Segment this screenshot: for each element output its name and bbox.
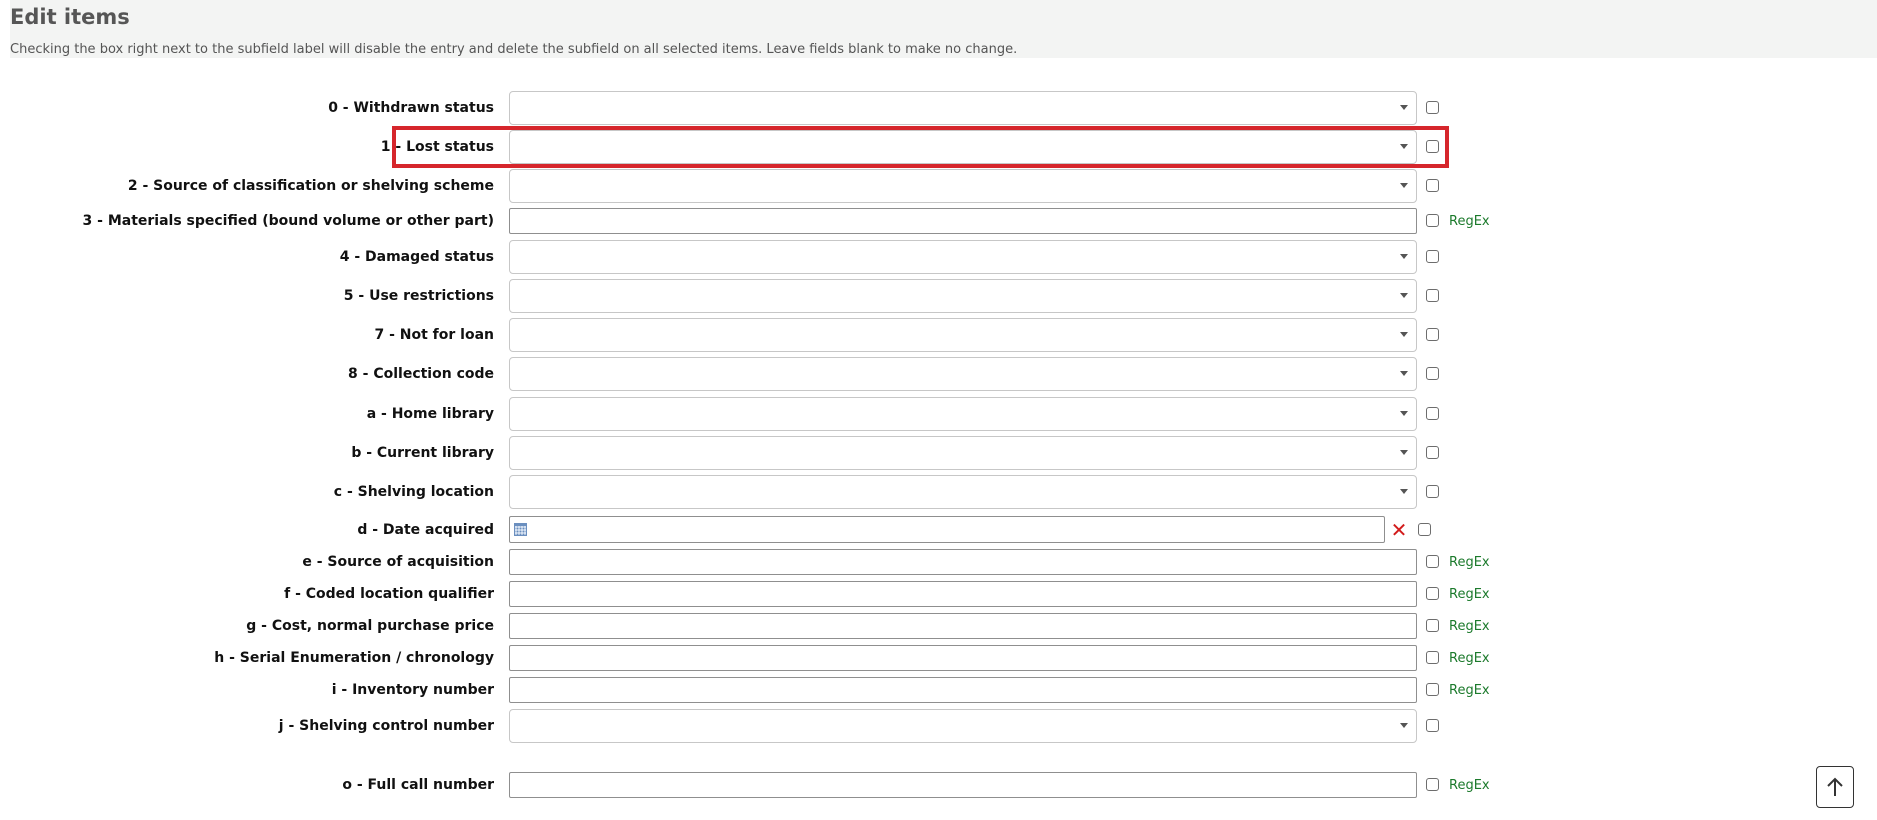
delete-subfield-checkbox[interactable] — [1426, 446, 1439, 459]
lost-status-select[interactable] — [509, 130, 1417, 164]
delete-subfield-checkbox[interactable] — [1426, 485, 1439, 498]
field-row-shelving-control-number: j - Shelving control number — [0, 709, 1877, 743]
field-label: b - Current library — [351, 445, 494, 461]
delete-subfield-checkbox[interactable] — [1426, 289, 1439, 302]
full-call-number-input[interactable] — [509, 772, 1417, 798]
delete-subfield-checkbox[interactable] — [1426, 651, 1439, 664]
field-row-serial-enumeration: h - Serial Enumeration / chronology RegE… — [0, 645, 1877, 671]
chevron-down-icon — [1400, 332, 1408, 337]
delete-subfield-checkbox[interactable] — [1426, 719, 1439, 732]
chevron-down-icon — [1400, 411, 1408, 416]
collection-code-select[interactable] — [509, 357, 1417, 391]
delete-subfield-checkbox[interactable] — [1426, 778, 1439, 791]
not-for-loan-select[interactable] — [509, 318, 1417, 352]
chevron-down-icon — [1400, 723, 1408, 728]
field-row-not-for-loan: 7 - Not for loan — [0, 318, 1877, 352]
field-row-damaged-status: 4 - Damaged status — [0, 240, 1877, 274]
delete-subfield-checkbox[interactable] — [1426, 179, 1439, 192]
date-acquired-input[interactable] — [509, 516, 1385, 543]
field-row-lost-status: 1 - Lost status — [0, 130, 1877, 164]
chevron-down-icon — [1400, 489, 1408, 494]
field-label: c - Shelving location — [333, 484, 494, 500]
field-label: d - Date acquired — [357, 521, 494, 538]
field-row-current-library: b - Current library — [0, 436, 1877, 470]
field-label: 3 - Materials specified (bound volume or… — [82, 213, 494, 229]
field-label: h - Serial Enumeration / chronology — [214, 650, 494, 666]
field-label: 0 - Withdrawn status — [328, 100, 494, 116]
shelving-location-select[interactable] — [509, 475, 1417, 509]
field-label: 5 - Use restrictions — [343, 288, 494, 304]
delete-subfield-checkbox[interactable] — [1426, 587, 1439, 600]
field-row-cost: g - Cost, normal purchase price RegEx — [0, 613, 1877, 639]
delete-subfield-checkbox[interactable] — [1426, 214, 1439, 227]
regex-link[interactable]: RegEx — [1449, 613, 1490, 639]
withdrawn-status-select[interactable] — [509, 91, 1417, 125]
field-row-full-call-number: o - Full call number RegEx — [0, 772, 1877, 798]
calendar-icon[interactable] — [514, 522, 527, 536]
chevron-down-icon — [1400, 105, 1408, 110]
regex-link[interactable]: RegEx — [1449, 208, 1490, 234]
chevron-down-icon — [1400, 371, 1408, 376]
source-of-acquisition-input[interactable] — [509, 549, 1417, 575]
chevron-down-icon — [1400, 293, 1408, 298]
regex-link[interactable]: RegEx — [1449, 645, 1490, 671]
field-row-shelving-location: c - Shelving location — [0, 475, 1877, 509]
home-library-select[interactable] — [509, 397, 1417, 431]
delete-subfield-checkbox[interactable] — [1426, 250, 1439, 263]
field-row-home-library: a - Home library — [0, 397, 1877, 431]
field-row-coded-location-qualifier: f - Coded location qualifier RegEx — [0, 581, 1877, 607]
delete-subfield-checkbox[interactable] — [1426, 683, 1439, 696]
chevron-down-icon — [1400, 144, 1408, 149]
arrow-up-icon — [1827, 777, 1843, 796]
edit-items-form: 0 - Withdrawn status 1 - Lost status 2 -… — [0, 0, 1877, 820]
chevron-down-icon — [1400, 254, 1408, 259]
scroll-to-top-button[interactable] — [1816, 766, 1854, 808]
classification-source-select[interactable] — [509, 169, 1417, 203]
delete-subfield-checkbox[interactable] — [1426, 101, 1439, 114]
field-row-inventory-number: i - Inventory number RegEx — [0, 677, 1877, 703]
regex-link[interactable]: RegEx — [1449, 772, 1490, 798]
field-row-classification-source: 2 - Source of classification or shelving… — [0, 169, 1877, 203]
field-label: 2 - Source of classification or shelving… — [127, 178, 494, 194]
clear-date-icon[interactable]: ✕ — [1389, 519, 1409, 541]
delete-subfield-checkbox[interactable] — [1426, 555, 1439, 568]
use-restrictions-select[interactable] — [509, 279, 1417, 313]
delete-subfield-checkbox[interactable] — [1418, 522, 1431, 536]
field-row-use-restrictions: 5 - Use restrictions — [0, 279, 1877, 313]
field-row-source-of-acquisition: e - Source of acquisition RegEx — [0, 549, 1877, 575]
regex-link[interactable]: RegEx — [1449, 549, 1490, 575]
shelving-control-number-select[interactable] — [509, 709, 1417, 743]
field-label: 4 - Damaged status — [339, 249, 494, 265]
field-row-collection-code: 8 - Collection code — [0, 357, 1877, 391]
materials-specified-input[interactable] — [509, 208, 1417, 234]
field-row-materials-specified: 3 - Materials specified (bound volume or… — [0, 208, 1877, 234]
regex-link[interactable]: RegEx — [1449, 581, 1490, 607]
field-label: e - Source of acquisition — [302, 554, 494, 570]
delete-subfield-checkbox[interactable] — [1426, 140, 1439, 153]
chevron-down-icon — [1400, 183, 1408, 188]
field-label: f - Coded location qualifier — [284, 586, 494, 602]
field-label: g - Cost, normal purchase price — [246, 618, 494, 634]
serial-enumeration-input[interactable] — [509, 645, 1417, 671]
delete-subfield-checkbox[interactable] — [1426, 407, 1439, 420]
regex-link[interactable]: RegEx — [1449, 677, 1490, 703]
field-label: 7 - Not for loan — [374, 327, 494, 343]
inventory-number-input[interactable] — [509, 677, 1417, 703]
field-row-withdrawn-status: 0 - Withdrawn status — [0, 91, 1877, 125]
damaged-status-select[interactable] — [509, 240, 1417, 274]
coded-location-qualifier-input[interactable] — [509, 581, 1417, 607]
delete-subfield-checkbox[interactable] — [1426, 328, 1439, 341]
current-library-select[interactable] — [509, 436, 1417, 470]
delete-subfield-checkbox[interactable] — [1426, 367, 1439, 380]
field-label: i - Inventory number — [331, 682, 494, 698]
field-label: j - Shelving control number — [278, 718, 494, 734]
chevron-down-icon — [1400, 450, 1408, 455]
field-label: 1 - Lost status — [380, 139, 494, 155]
field-label: a - Home library — [366, 406, 494, 422]
field-row-date-acquired: d - Date acquired ✕ — [0, 516, 1877, 543]
field-label: o - Full call number — [342, 777, 494, 793]
delete-subfield-checkbox[interactable] — [1426, 619, 1439, 632]
cost-input[interactable] — [509, 613, 1417, 639]
field-label: 8 - Collection code — [348, 366, 494, 382]
